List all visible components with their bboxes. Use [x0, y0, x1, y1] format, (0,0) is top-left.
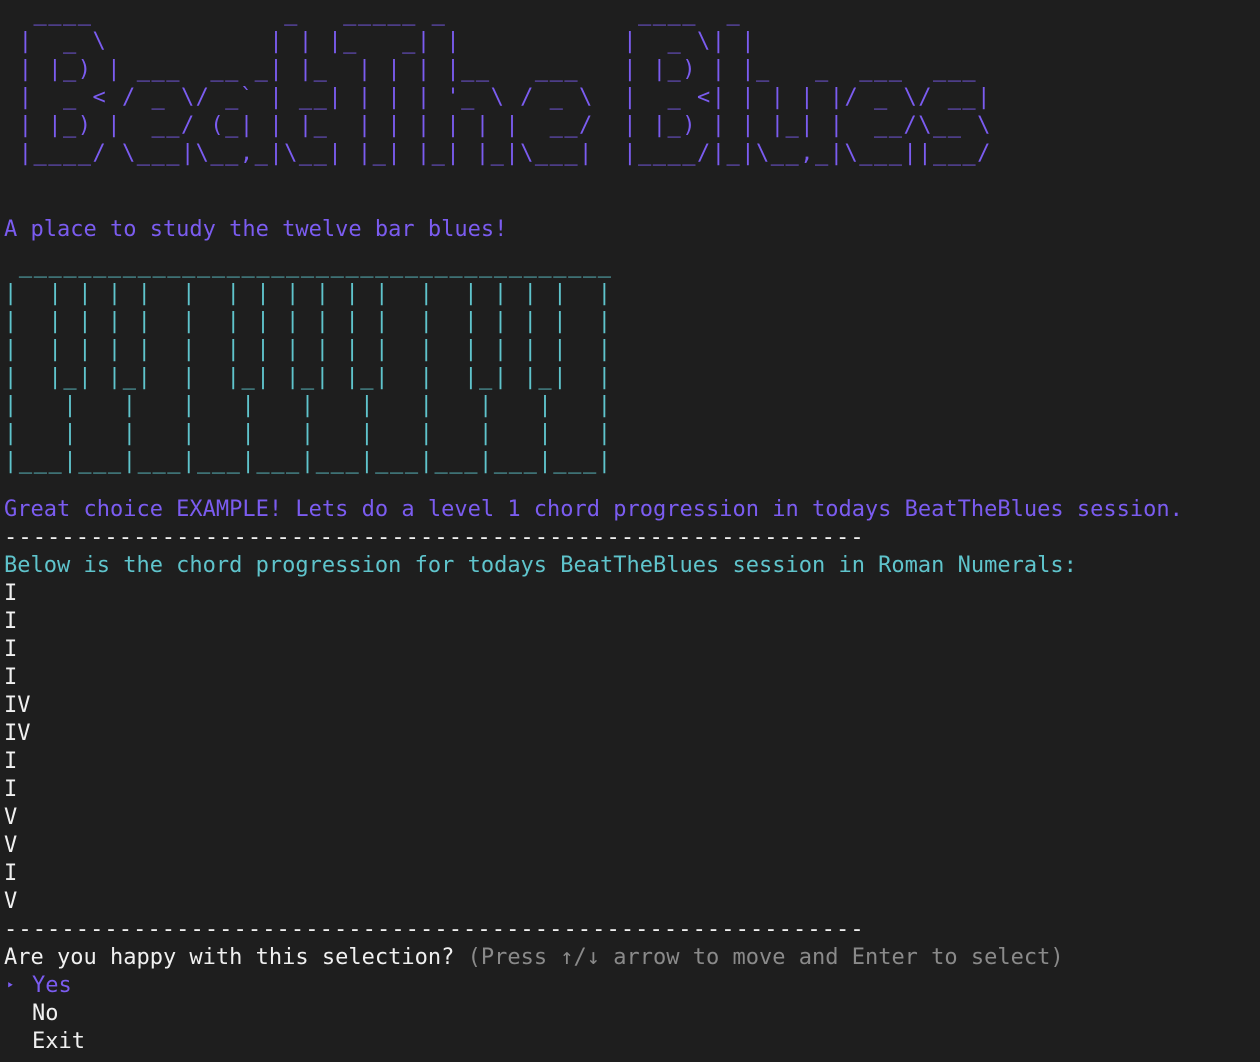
chord-bar-12: V: [4, 889, 18, 914]
selection-pointer-icon: ‣: [6, 978, 15, 994]
progression-heading: Below is the chord progression for today…: [4, 553, 1077, 578]
divider-bottom: ----------------------------------------…: [4, 917, 865, 942]
tagline: A place to study the twelve bar blues!: [4, 217, 508, 242]
chord-progression-list: I I I I IV IV I I V V I V: [4, 580, 31, 916]
greeting-message: Great choice EXAMPLE! Lets do a level 1 …: [4, 497, 1183, 522]
chord-bar-11: I: [4, 861, 18, 886]
prompt-hint: (Press ↑/↓ arrow to move and Enter to se…: [467, 945, 1064, 970]
piano-keyboard-ascii-art: ________________________________________…: [4, 253, 613, 474]
chord-bar-7: I: [4, 749, 18, 774]
menu-option-exit[interactable]: Exit: [6, 1028, 85, 1056]
chord-bar-10: V: [4, 833, 18, 858]
chord-bar-5: IV: [4, 693, 31, 718]
menu-option-no-label: No: [32, 1001, 59, 1026]
menu-option-no[interactable]: No: [6, 1000, 59, 1028]
chord-bar-2: I: [4, 609, 18, 634]
menu-option-yes[interactable]: ‣ Yes: [6, 972, 72, 1000]
chord-bar-1: I: [4, 581, 18, 606]
menu-option-yes-label: Yes: [32, 973, 72, 998]
beattheblues-ascii-logo: ____ _ _____ _ ____ _ | _ \ | | |_ _| | …: [18, 1, 992, 166]
divider-top: ----------------------------------------…: [4, 525, 865, 550]
selection-prompt: Are you happy with this selection? (Pres…: [4, 944, 1064, 972]
chord-bar-8: I: [4, 777, 18, 802]
chord-bar-6: IV: [4, 721, 31, 746]
chord-bar-4: I: [4, 665, 18, 690]
terminal-window: ____ _ _____ _ ____ _ | _ \ | | |_ _| | …: [0, 0, 1260, 1062]
prompt-question: Are you happy with this selection?: [4, 945, 455, 970]
menu-option-exit-label: Exit: [32, 1029, 85, 1054]
chord-bar-9: V: [4, 805, 18, 830]
chord-bar-3: I: [4, 637, 18, 662]
